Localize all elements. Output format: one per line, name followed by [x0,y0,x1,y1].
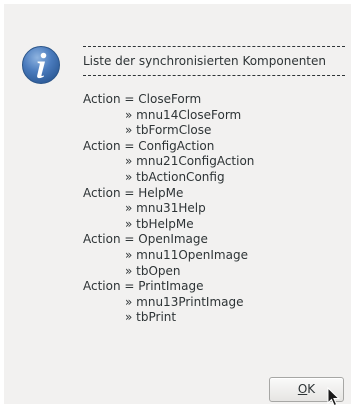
component-line: » tbOpen [125,263,181,278]
component-line: » tbActionConfig [125,169,225,184]
component-line: » mnu14CloseForm [125,107,242,122]
component-line: » tbPrint [125,310,177,325]
component-line: » mnu31Help [125,201,206,216]
component-line: » mnu13PrintImage [125,294,244,309]
component-line: » mnu21ConfigAction [125,154,255,169]
component-line: » tbHelpMe [125,216,194,231]
info-icon [22,46,60,84]
component-line: » tbFormClose [125,123,212,138]
message-heading: Liste der synchronisierten Komponenten [83,54,326,68]
action-line: Action = ConfigAction [83,138,215,153]
action-line: Action = CloseForm [83,92,202,106]
action-line: Action = HelpMe [83,185,184,200]
component-line: » mnu11OpenImage [125,247,248,262]
message-dialog: Liste der synchronisierten Komponenten A… [4,4,351,404]
ok-label-rest: K [307,382,316,396]
action-line: Action = OpenImage [83,232,208,247]
mouse-pointer-icon [327,387,341,407]
message-content: Liste der synchronisierten Komponenten A… [83,46,345,326]
ok-mnemonic: O [297,382,308,396]
action-line: Action = PrintImage [83,279,204,294]
